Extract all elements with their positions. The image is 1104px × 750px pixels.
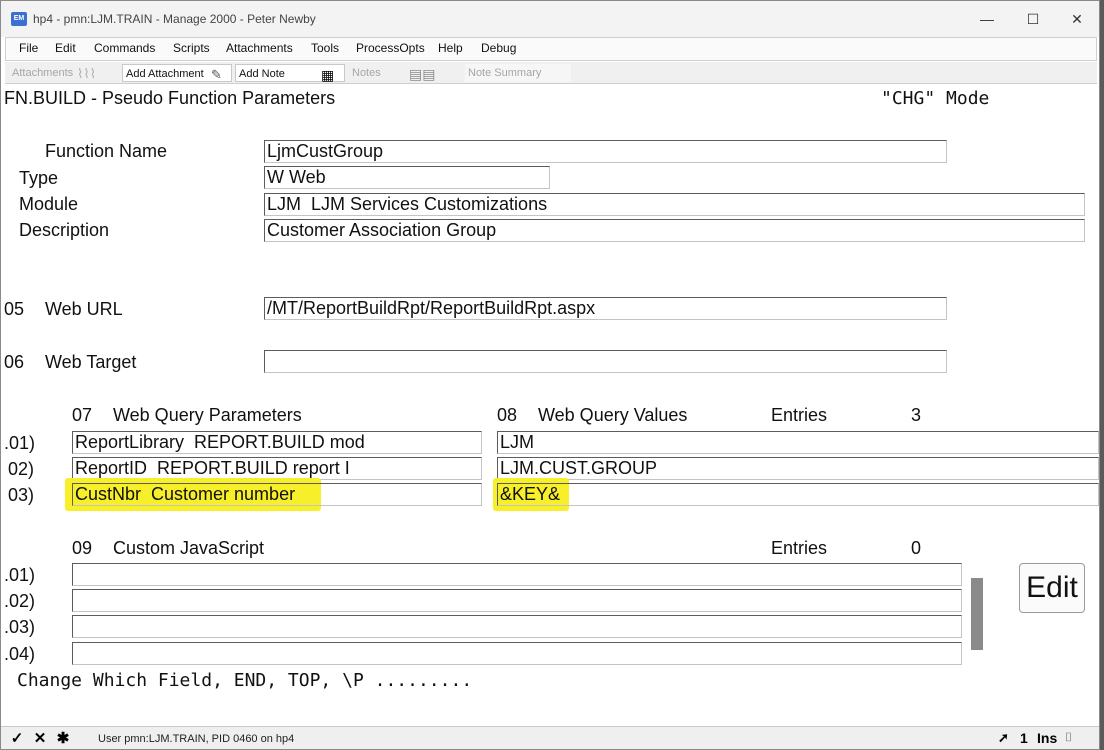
query-value-field[interactable]: &KEY& bbox=[497, 483, 1099, 506]
query-values-number: 08 bbox=[497, 405, 518, 425]
javascript-line-field[interactable] bbox=[72, 642, 962, 665]
javascript-label: Custom JavaScript bbox=[113, 538, 265, 558]
query-values-label: Web Query Values bbox=[538, 405, 688, 425]
function-name-label: Function Name bbox=[45, 141, 168, 161]
add-note-label: Add Note bbox=[239, 68, 285, 80]
menu-attachments[interactable]: Attachments bbox=[226, 41, 293, 55]
edit-button[interactable]: Edit bbox=[1019, 563, 1085, 613]
query-param-field[interactable]: ReportLibrary REPORT.BUILD mod bbox=[72, 431, 482, 454]
web-target-label: Web Target bbox=[45, 352, 137, 372]
add-attachment-button[interactable]: Add Attachment ✎ bbox=[122, 64, 232, 82]
function-name-field[interactable]: LjmCustGroup bbox=[264, 140, 947, 163]
javascript-row-index: .02) bbox=[4, 591, 36, 611]
notes-label: Notes bbox=[352, 67, 381, 79]
query-row-index: .01) bbox=[4, 433, 36, 453]
cancel-icon[interactable]: ✕ bbox=[31, 730, 49, 748]
close-button[interactable]: ✕ bbox=[1055, 7, 1099, 31]
menu-commands[interactable]: Commands bbox=[94, 41, 155, 55]
query-row-index: 03) bbox=[8, 485, 35, 505]
web-url-number: 05 bbox=[4, 299, 25, 319]
javascript-line-field[interactable] bbox=[72, 563, 962, 586]
javascript-line-field[interactable] bbox=[72, 589, 962, 612]
menu-processopts[interactable]: ProcessOpts bbox=[356, 41, 425, 55]
toolbar: Attachments ⌇⌇⌇ Add Attachment ✎ Add Not… bbox=[5, 62, 1097, 84]
mouse-icon: ⌷ bbox=[1065, 730, 1073, 744]
query-value-field[interactable]: LJM.CUST.GROUP bbox=[497, 457, 1099, 480]
mode-indicator: "CHG" Mode bbox=[881, 88, 990, 109]
notes-list-icon: ▤▤ bbox=[409, 66, 436, 82]
query-param-field[interactable]: ReportID REPORT.BUILD report I bbox=[72, 457, 482, 480]
paperclip-icon: ✎ bbox=[211, 67, 222, 82]
query-value-field[interactable]: LJM bbox=[497, 431, 1099, 454]
query-row-index: 02) bbox=[8, 459, 35, 479]
menu-file[interactable]: File bbox=[19, 41, 38, 55]
note-grid-icon: ▦ bbox=[321, 67, 335, 83]
module-field[interactable]: LJM LJM Services Customizations bbox=[264, 193, 1085, 216]
javascript-row-index: .01) bbox=[4, 565, 36, 585]
javascript-row-index: .03) bbox=[4, 617, 36, 637]
query-param-field[interactable]: CustNbr Customer number bbox=[72, 483, 482, 506]
web-target-number: 06 bbox=[4, 352, 25, 372]
query-params-number: 07 bbox=[72, 405, 93, 425]
menu-scripts[interactable]: Scripts bbox=[173, 41, 210, 55]
app-icon: EM bbox=[11, 12, 27, 26]
query-entries-label: Entries bbox=[771, 405, 828, 425]
attachments-button[interactable]: Attachments ⌇⌇⌇ bbox=[9, 64, 119, 82]
note-summary-label: Note Summary bbox=[468, 67, 542, 79]
line-number: 1 bbox=[1020, 730, 1028, 746]
insert-mode: Ins bbox=[1037, 730, 1058, 746]
web-target-field[interactable] bbox=[264, 350, 947, 373]
paperclip-icon: ⌇⌇⌇ bbox=[77, 66, 97, 81]
menu-help[interactable]: Help bbox=[438, 41, 463, 55]
type-field[interactable]: W Web bbox=[264, 166, 550, 189]
notes-button[interactable]: Notes ▤▤ bbox=[349, 64, 461, 82]
module-label: Module bbox=[19, 194, 79, 214]
menu-tools[interactable]: Tools bbox=[311, 41, 339, 55]
javascript-entries-label: Entries bbox=[771, 538, 828, 558]
menu-edit[interactable]: Edit bbox=[55, 41, 76, 55]
javascript-row-index: .04) bbox=[4, 644, 36, 664]
screen-title: FN.BUILD - Pseudo Function Parameters bbox=[4, 88, 336, 108]
add-note-button[interactable]: Add Note ▦ bbox=[235, 64, 345, 83]
maximize-button[interactable]: ☐ bbox=[1011, 7, 1055, 31]
description-label: Description bbox=[19, 220, 110, 240]
form-area: FN.BUILD - Pseudo Function Parameters "C… bbox=[1, 85, 1099, 725]
user-info: User pmn:LJM.TRAIN, PID 0460 on hp4 bbox=[98, 733, 295, 745]
javascript-entries-count: 0 bbox=[911, 538, 922, 558]
check-icon[interactable]: ✓ bbox=[8, 730, 26, 748]
application-window: EM hp4 - pmn:LJM.TRAIN - Manage 2000 - P… bbox=[0, 0, 1100, 750]
command-prompt: Change Which Field, END, TOP, \P .......… bbox=[17, 670, 473, 691]
description-field[interactable]: Customer Association Group bbox=[264, 219, 1085, 242]
cursor-icon: ➚ bbox=[998, 730, 1009, 745]
window-title: hp4 - pmn:LJM.TRAIN - Manage 2000 - Pete… bbox=[33, 12, 316, 26]
web-url-label: Web URL bbox=[45, 299, 123, 319]
query-params-label: Web Query Parameters bbox=[113, 405, 302, 425]
note-summary-button[interactable]: Note Summary bbox=[465, 64, 571, 82]
add-attachment-label: Add Attachment bbox=[126, 68, 204, 80]
menu-bar: File Edit Commands Scripts Attachments T… bbox=[5, 37, 1097, 61]
menu-debug[interactable]: Debug bbox=[481, 41, 516, 55]
star-icon[interactable]: ✱ bbox=[54, 730, 72, 748]
web-url-field[interactable]: /MT/ReportBuildRpt/ReportBuildRpt.aspx bbox=[264, 297, 947, 320]
query-entries-count: 3 bbox=[911, 405, 922, 425]
javascript-number: 09 bbox=[72, 538, 93, 558]
scrollbar-thumb[interactable] bbox=[971, 578, 983, 650]
type-label: Type bbox=[19, 168, 59, 188]
minimize-button[interactable]: — bbox=[965, 7, 1009, 31]
javascript-line-field[interactable] bbox=[72, 615, 962, 638]
status-bar: ✓ ✕ ✱ User pmn:LJM.TRAIN, PID 0460 on hp… bbox=[1, 726, 1099, 749]
attachments-label: Attachments bbox=[12, 67, 74, 79]
title-bar: EM hp4 - pmn:LJM.TRAIN - Manage 2000 - P… bbox=[1, 1, 1099, 37]
